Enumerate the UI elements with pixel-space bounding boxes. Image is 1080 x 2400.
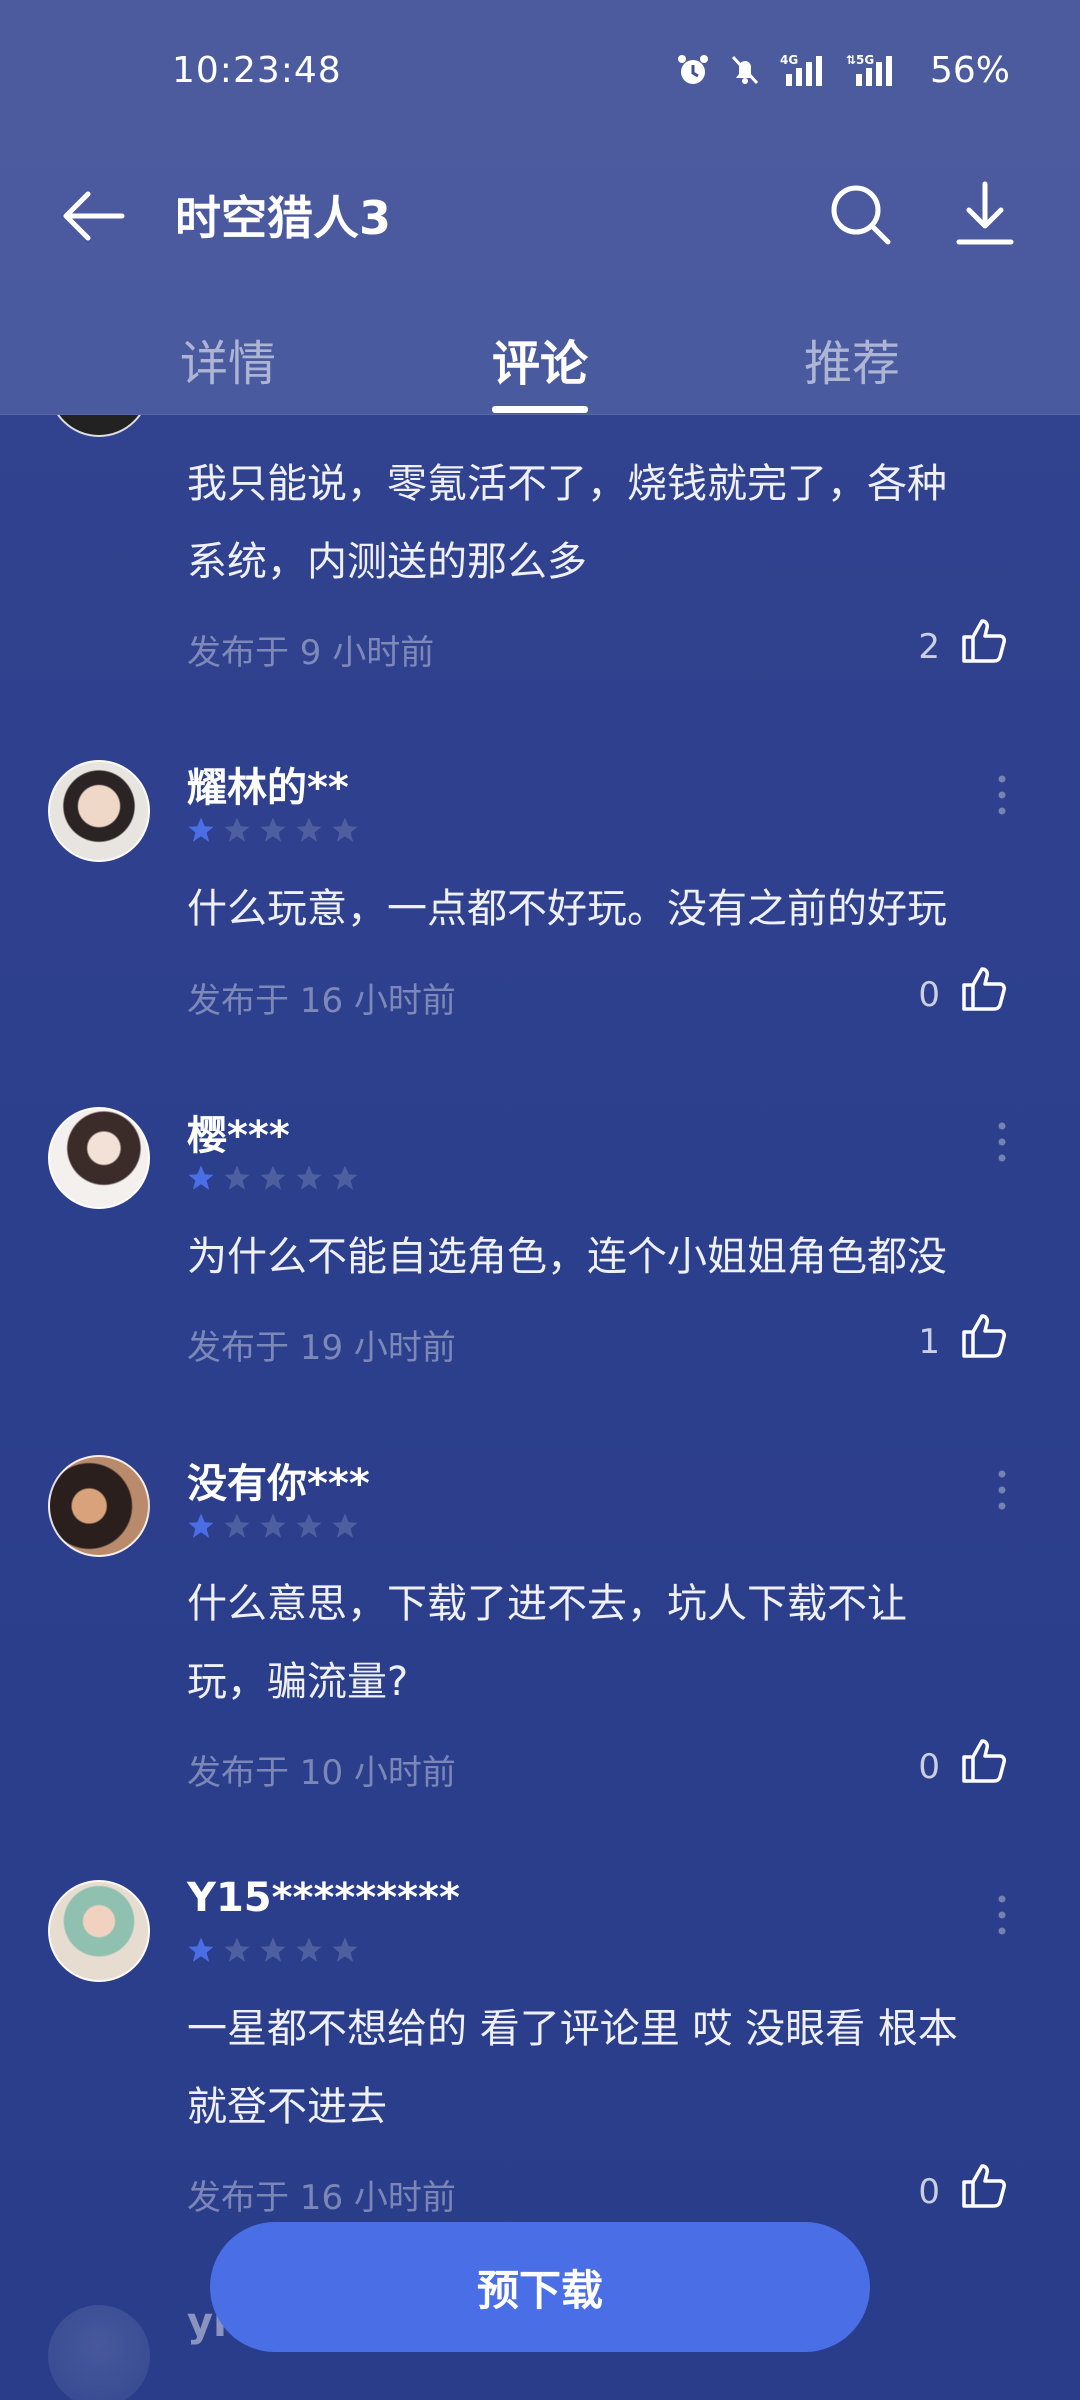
review-text: 一星都不想给的 看了评论里 哎 没眼看 根本 就登不进去 [187,1990,1017,2146]
star-empty-icon [224,1937,250,1962]
more-options-icon[interactable] [992,1120,1012,1164]
tab-bar: 详情 评论 推荐 [0,310,1080,415]
thumbs-up-icon[interactable] [960,963,1010,1013]
active-tab-indicator [492,406,588,413]
star-empty-icon [260,817,286,842]
review-time: 发布于 10 小时前 [187,1753,456,1793]
tab-comments[interactable]: 评论 [492,324,588,394]
star-empty-icon [332,1165,358,1190]
username[interactable]: Y15********* [187,1875,460,1921]
signal-4g-icon: 4G [780,53,822,86]
avatar[interactable] [48,2305,150,2400]
star-empty-icon [260,1165,286,1190]
svg-text:⇅5G: ⇅5G [846,53,874,67]
review-text-line: 一星都不想给的 看了评论里 哎 没眼看 根本 [187,2006,958,2052]
star-empty-icon [296,1513,322,1538]
search-icon[interactable] [828,182,892,246]
rating-stars [186,815,360,845]
review-text: 为什么不能自选角色，连个小姐姐角色都没 [187,1234,947,1280]
tab-recommended[interactable]: 推荐 [804,324,900,394]
like-count: 0 [918,2172,940,2212]
back-arrow-icon[interactable] [62,188,126,244]
review-text: 我只能说，零氪活不了，烧钱就完了，各种 系统，内测送的那么多 [187,445,1017,601]
pre-download-button[interactable]: 预下载 [210,2222,870,2352]
avatar[interactable] [48,1880,150,1982]
star-empty-icon [224,1165,250,1190]
rating-stars [186,1935,360,1965]
username[interactable]: 没有你*** [187,1451,370,1509]
tab-details[interactable]: 详情 [180,324,276,394]
alarm-icon [677,55,708,84]
svg-text:4G: 4G [780,53,798,67]
star-filled-icon [188,1937,214,1962]
review-text-line: 我只能说，零氪活不了，烧钱就完了，各种 [187,461,947,507]
review-time: 发布于 16 小时前 [187,981,456,1021]
star-filled-icon [186,415,216,417]
rating-stars [186,1163,360,1193]
like-count: 0 [918,975,940,1015]
app-bar: 时空猎人3 [0,160,1080,270]
star-empty-icon [330,415,360,417]
review-text: 什么意思，下载了进不去，坑人下载不让 玩，骗流量? [187,1565,1017,1721]
review-text-line: 系统，内测送的那么多 [187,539,587,585]
star-empty-icon [296,1165,322,1190]
star-empty-icon [332,1513,358,1538]
reviews-list[interactable]: 我只能说，零氪活不了，烧钱就完了，各种 系统，内测送的那么多 发布于 9 小时前… [0,415,1080,2400]
review-text: 什么玩意，一点都不好玩。没有之前的好玩 [187,886,947,932]
like-count: 2 [918,627,940,667]
thumbs-up-icon[interactable] [960,1310,1010,1360]
star-filled-icon [188,1165,214,1190]
rating-stars [186,1511,360,1541]
status-time: 10:23:48 [172,49,342,91]
status-icons: 4G ⇅5G 56% [676,50,1010,91]
review-text-line: 玩，骗流量? [187,1659,409,1705]
like-count: 0 [918,1747,940,1787]
star-empty-icon [260,1513,286,1538]
avatar[interactable] [48,760,150,862]
status-bar: 10:23:48 4G ⇅5G 56% [0,0,1080,140]
star-filled-icon [188,1513,214,1538]
star-empty-icon [332,1937,358,1962]
rating-stars [186,415,360,417]
avatar[interactable] [48,415,150,437]
review-time: 发布于 19 小时前 [187,1328,456,1368]
star-empty-icon [296,1937,322,1962]
like-count: 1 [918,1322,940,1362]
star-empty-icon [260,1937,286,1962]
thumbs-up-icon[interactable] [960,1735,1010,1785]
username[interactable]: 樱*** [187,1103,290,1161]
thumbs-up-icon[interactable] [960,2160,1010,2210]
mute-bell-icon [731,55,759,85]
star-empty-icon [222,415,252,417]
star-empty-icon [258,415,288,417]
star-filled-icon [188,817,214,842]
battery-level: 56% [929,49,1010,91]
signal-5g-icon: ⇅5G [846,53,892,86]
more-options-icon[interactable] [992,1893,1012,1937]
review-time: 发布于 9 小时前 [187,633,435,673]
page-title: 时空猎人3 [175,191,392,245]
review-text-line: 什么意思，下载了进不去，坑人下载不让 [187,1581,907,1627]
star-empty-icon [332,817,358,842]
more-options-icon[interactable] [992,1468,1012,1512]
star-empty-icon [296,817,322,842]
review-time: 发布于 16 小时前 [187,2178,456,2218]
more-options-icon[interactable] [992,773,1012,817]
star-empty-icon [224,1513,250,1538]
download-icon[interactable] [955,180,1015,246]
star-empty-icon [224,817,250,842]
avatar[interactable] [48,1107,150,1209]
thumbs-up-icon[interactable] [960,615,1010,665]
star-empty-icon [294,415,324,417]
avatar[interactable] [48,1455,150,1557]
username[interactable]: 耀林的** [187,755,349,813]
review-text-line: 就登不进去 [187,2084,387,2130]
